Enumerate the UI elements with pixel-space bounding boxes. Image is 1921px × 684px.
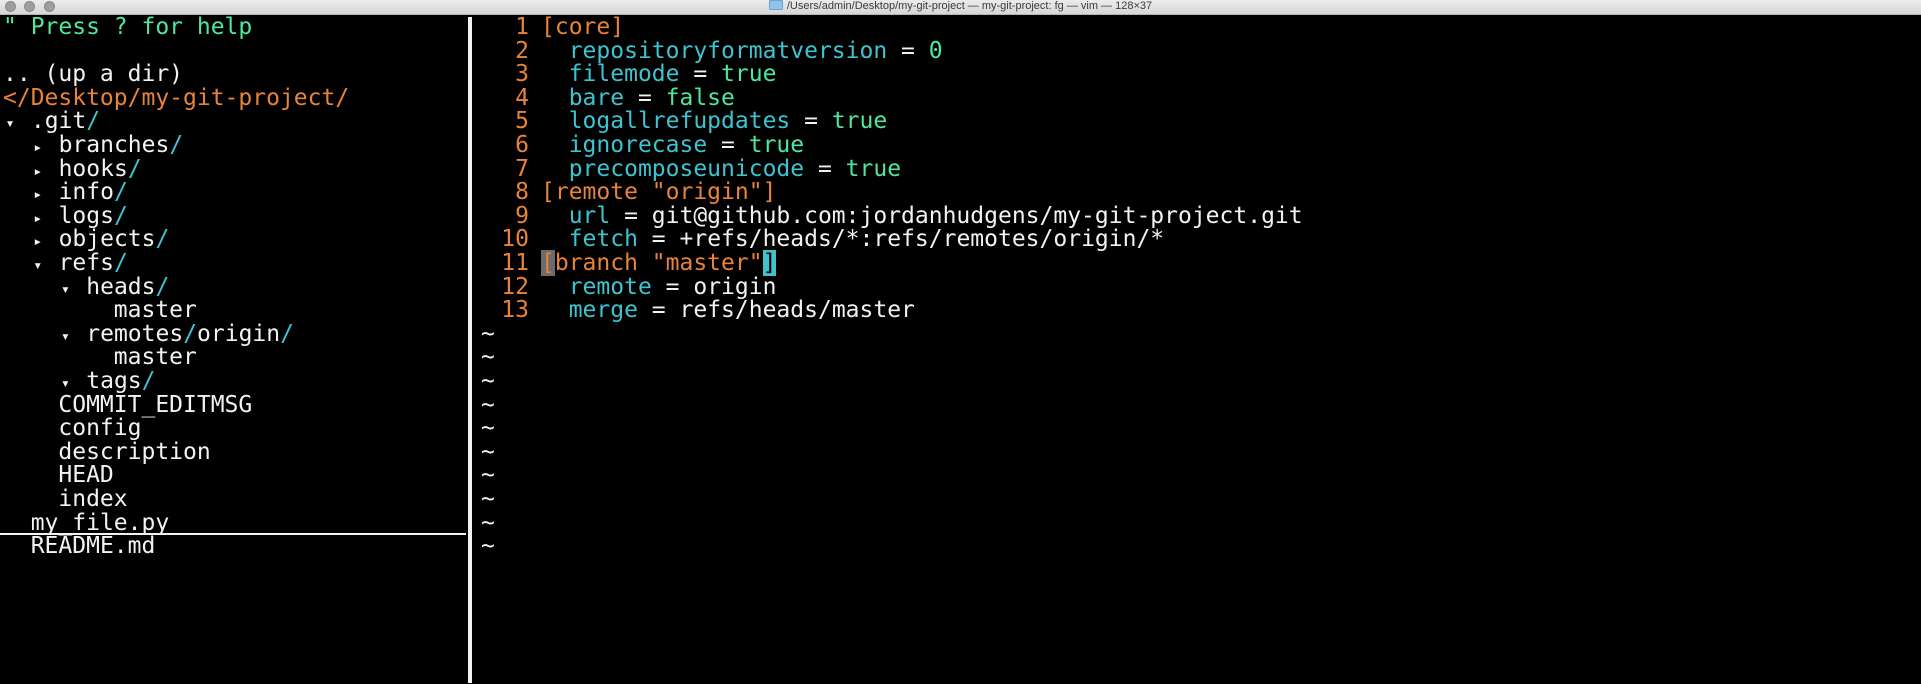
config-value: true bbox=[845, 155, 902, 182]
dir-slash: / bbox=[280, 320, 294, 347]
vertical-split-divider[interactable] bbox=[468, 17, 472, 683]
config-value: refs/heads/master bbox=[679, 297, 915, 324]
window-titlebar: /Users/admin/Desktop/my-git-project — my… bbox=[0, 0, 1921, 15]
tree-file-item[interactable]: README.md bbox=[3, 532, 156, 561]
dir-slash: / bbox=[169, 132, 184, 158]
terminal-area[interactable]: " Press ? for help.. (up a dir) </Desktop… bbox=[0, 13, 1921, 684]
config-key: merge bbox=[568, 297, 638, 324]
help-hint-text: " Press ? for help bbox=[3, 14, 253, 40]
horizontal-split-divider[interactable] bbox=[0, 533, 466, 535]
tree-item-name: README.md bbox=[30, 533, 156, 560]
config-value: true bbox=[831, 108, 888, 135]
config-equals: = bbox=[804, 155, 846, 182]
code-line[interactable]: 13 merge = refs/heads/master bbox=[480, 296, 915, 325]
dir-slash: / bbox=[155, 226, 170, 253]
config-equals: = bbox=[637, 297, 680, 324]
config-equals: = bbox=[887, 37, 929, 64]
dir-slash: / bbox=[127, 155, 142, 182]
folder-icon bbox=[768, 0, 783, 10]
window-title: /Users/admin/Desktop/my-git-project — my… bbox=[786, 0, 1153, 12]
help-hint: " Press ? for help bbox=[3, 13, 252, 42]
config-value: 0 bbox=[928, 37, 943, 64]
empty-line-marker: ~ bbox=[481, 533, 495, 560]
tree-item-name: origin bbox=[197, 320, 281, 347]
window-title-area: /Users/admin/Desktop/my-git-project — my… bbox=[0, 0, 1921, 15]
